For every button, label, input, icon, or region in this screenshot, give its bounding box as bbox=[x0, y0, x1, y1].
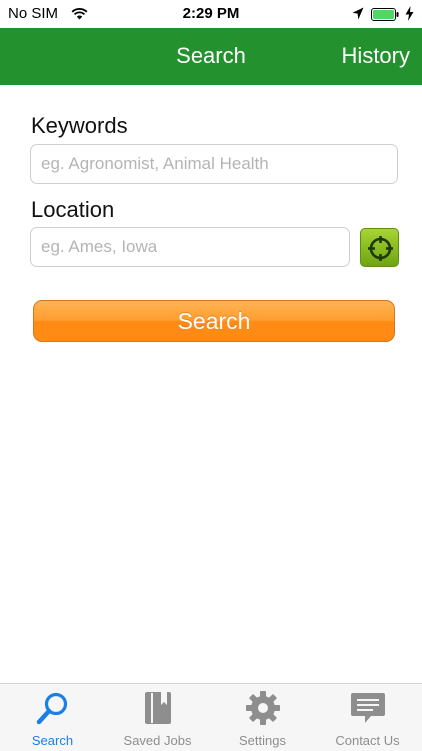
battery-icon bbox=[371, 8, 399, 21]
tab-contact-us[interactable]: Contact Us bbox=[315, 684, 420, 751]
location-label: Location bbox=[31, 197, 115, 222]
tab-saved-jobs-label: Saved Jobs bbox=[123, 733, 192, 748]
location-input[interactable] bbox=[30, 227, 350, 267]
keywords-label: Keywords bbox=[31, 113, 128, 138]
gear-icon bbox=[245, 691, 280, 725]
tab-search-label: Search bbox=[31, 733, 74, 748]
search-button[interactable]: Search bbox=[33, 300, 395, 342]
tab-bar: Search Saved Jobs Settings Contact Us bbox=[0, 683, 422, 751]
location-arrow-icon bbox=[352, 7, 364, 20]
magnifier-icon bbox=[36, 692, 67, 725]
tab-contact-us-label: Contact Us bbox=[335, 733, 400, 748]
chat-bubble-icon bbox=[350, 693, 385, 723]
tab-settings-label: Settings bbox=[239, 733, 286, 748]
tab-settings[interactable]: Settings bbox=[210, 684, 315, 751]
status-bar: No SIM 2:29 PM bbox=[0, 0, 422, 28]
book-icon bbox=[144, 692, 171, 724]
navigation-bar: Search History bbox=[0, 28, 422, 85]
crosshair-icon bbox=[368, 236, 393, 261]
tab-search[interactable]: Search bbox=[0, 684, 105, 751]
current-location-button[interactable] bbox=[360, 228, 399, 267]
history-button[interactable]: History bbox=[342, 43, 410, 69]
charging-bolt-icon bbox=[405, 6, 414, 21]
keywords-input[interactable] bbox=[30, 144, 398, 184]
tab-saved-jobs[interactable]: Saved Jobs bbox=[105, 684, 210, 751]
